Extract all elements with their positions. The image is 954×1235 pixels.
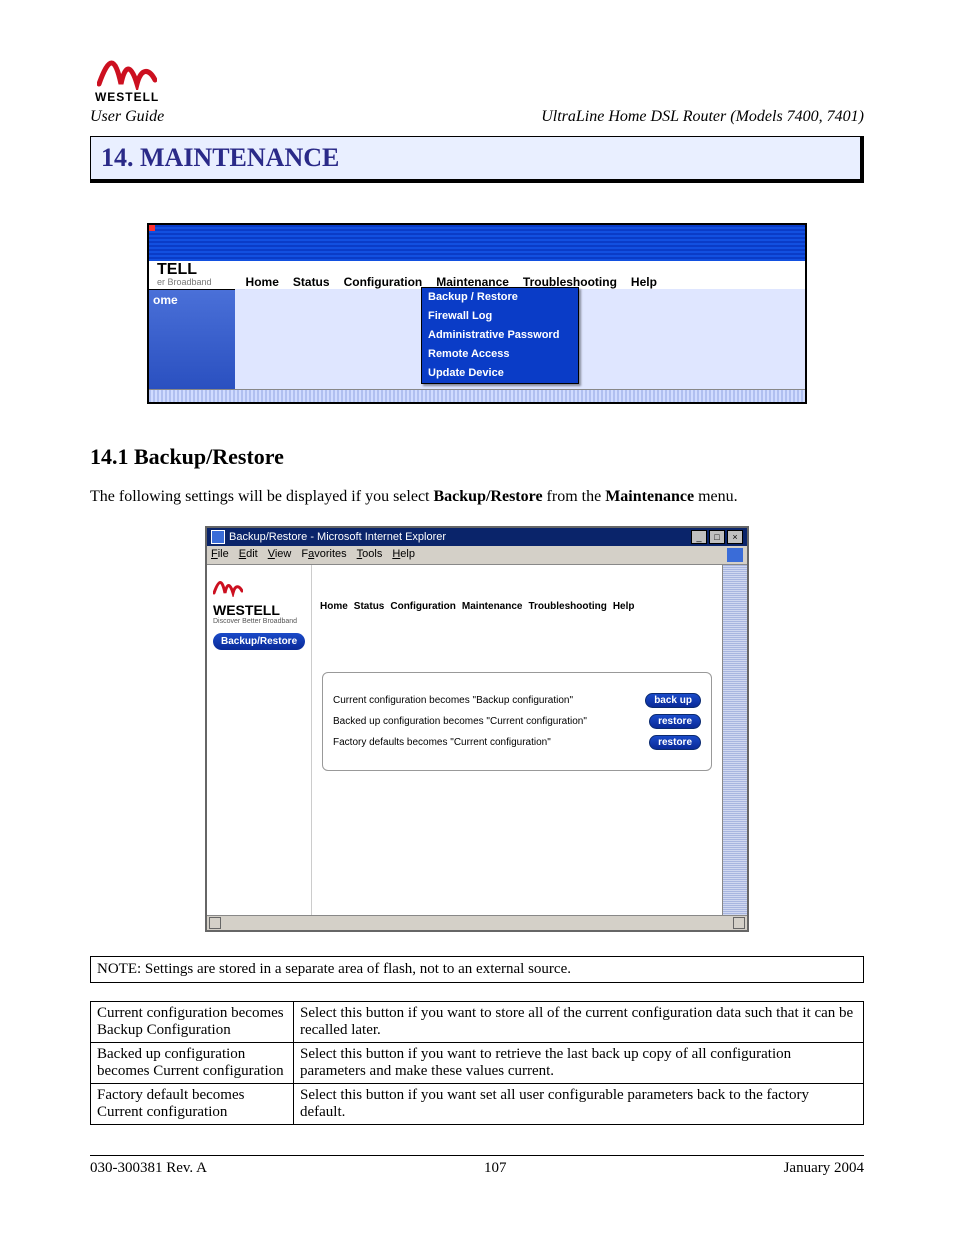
table-val: Select this button if you want set all u…: [294, 1084, 864, 1125]
fig1-dd-password[interactable]: Administrative Password: [422, 326, 578, 345]
table-key: Factory default becomes Current configur…: [91, 1084, 294, 1125]
menu-tools[interactable]: Tools: [357, 548, 383, 562]
guide-label: User Guide: [90, 108, 164, 126]
description-table: Current configuration becomes Backup Con…: [90, 1001, 864, 1125]
maximize-icon[interactable]: □: [709, 530, 725, 544]
scroll-right-icon[interactable]: [733, 917, 745, 929]
footer-left: 030-300381 Rev. A: [90, 1160, 207, 1177]
ie-throbber-icon: [727, 548, 743, 562]
window-titlebar: Backup/Restore - Microsoft Internet Expl…: [207, 528, 747, 546]
fig1-dd-backup[interactable]: Backup / Restore: [422, 288, 578, 307]
figure-maintenance-menu: TELL er Broadband Home Status Configurat…: [147, 223, 807, 404]
fig1-dd-update[interactable]: Update Device: [422, 364, 578, 383]
menu-file[interactable]: File: [211, 548, 229, 562]
subsection-title: 14.1 Backup/Restore: [90, 444, 864, 470]
fig1-nav-help[interactable]: Help: [627, 275, 661, 289]
scroll-left-icon[interactable]: [209, 917, 221, 929]
table-key: Current configuration becomes Backup Con…: [91, 1002, 294, 1043]
section-title: 14. MAINTENANCE: [101, 143, 850, 173]
fig2-nav-status[interactable]: Status: [354, 601, 385, 612]
fig2-nav-home[interactable]: Home: [320, 601, 348, 612]
table-row: Factory default becomes Current configur…: [91, 1084, 864, 1125]
panel-row: Current configuration becomes "Backup co…: [333, 693, 701, 708]
panel-row: Factory defaults becomes "Current config…: [333, 735, 701, 750]
section-banner: 14. MAINTENANCE: [90, 136, 864, 183]
brand-name: WESTELL: [95, 90, 159, 104]
panel-row: Backed up configuration becomes "Current…: [333, 714, 701, 729]
backup-restore-panel: Current configuration becomes "Backup co…: [322, 672, 712, 771]
fig2-nav-help[interactable]: Help: [613, 601, 635, 612]
fig2-right-strip: [722, 565, 747, 915]
minimize-icon[interactable]: _: [691, 530, 707, 544]
row-label: Backed up configuration becomes "Current…: [333, 716, 587, 727]
backup-button[interactable]: back up: [645, 693, 701, 708]
fig1-banner-strip: [149, 225, 805, 261]
footer-center: 107: [484, 1160, 507, 1177]
close-icon[interactable]: ×: [727, 530, 743, 544]
restore-button[interactable]: restore: [649, 714, 701, 729]
note-box: NOTE: Settings are stored in a separate …: [90, 956, 864, 983]
fig1-dd-firewall[interactable]: Firewall Log: [422, 307, 578, 326]
intro-paragraph: The following settings will be displayed…: [90, 488, 864, 506]
figure-backup-restore-window: Backup/Restore - Microsoft Internet Expl…: [205, 526, 749, 932]
fig1-dd-remote[interactable]: Remote Access: [422, 345, 578, 364]
menu-favorites[interactable]: Favorites: [301, 548, 346, 562]
table-row: Current configuration becomes Backup Con…: [91, 1002, 864, 1043]
fig1-nav-configuration[interactable]: Configuration: [340, 275, 427, 289]
window-menubar: File Edit View Favorites Tools Help: [207, 546, 747, 565]
menu-view[interactable]: View: [268, 548, 292, 562]
fig1-bottom-strip: [149, 389, 805, 402]
fig2-tagline: Discover Better Broadband: [213, 618, 305, 625]
page-header: WESTELL User Guide UltraLine Home DSL Ro…: [90, 50, 864, 126]
horizontal-scrollbar[interactable]: [207, 915, 747, 930]
menu-help[interactable]: Help: [392, 548, 415, 562]
fig2-nav-configuration[interactable]: Configuration: [390, 601, 456, 612]
fig1-nav-home[interactable]: Home: [242, 275, 283, 289]
sidebar-pill-backup[interactable]: Backup/Restore: [213, 633, 305, 650]
table-row: Backed up configuration becomes Current …: [91, 1043, 864, 1084]
fig2-sidebar: WESTELL Discover Better Broadband Backup…: [207, 565, 312, 915]
fig2-nav: Home Status Configuration Maintenance Tr…: [312, 565, 722, 612]
fig1-nav-status[interactable]: Status: [289, 275, 334, 289]
row-label: Factory defaults becomes "Current config…: [333, 737, 551, 748]
fig2-nav-troubleshooting[interactable]: Troubleshooting: [528, 601, 606, 612]
westell-swoosh-icon: [213, 575, 243, 597]
footer-right: January 2004: [784, 1160, 864, 1177]
table-val: Select this button if you want to retrie…: [294, 1043, 864, 1084]
menu-edit[interactable]: Edit: [239, 548, 258, 562]
product-label: UltraLine Home DSL Router (Models 7400, …: [541, 108, 864, 126]
fig1-logo-sub: er Broadband: [153, 277, 212, 287]
window-title: Backup/Restore - Microsoft Internet Expl…: [229, 531, 446, 543]
fig1-side-fragment: ome: [149, 289, 235, 389]
fig1-maintenance-dropdown: Backup / Restore Firewall Log Administra…: [421, 287, 579, 384]
brand-logo: WESTELL: [90, 50, 164, 104]
ie-icon: [211, 530, 225, 544]
page-footer: 030-300381 Rev. A 107 January 2004: [90, 1155, 864, 1177]
fig2-nav-maintenance[interactable]: Maintenance: [462, 601, 523, 612]
westell-swoosh-icon: [97, 50, 157, 90]
fig2-brand: WESTELL: [213, 602, 305, 618]
table-val: Select this button if you want to store …: [294, 1002, 864, 1043]
restore-factory-button[interactable]: restore: [649, 735, 701, 750]
row-label: Current configuration becomes "Backup co…: [333, 695, 573, 706]
table-key: Backed up configuration becomes Current …: [91, 1043, 294, 1084]
